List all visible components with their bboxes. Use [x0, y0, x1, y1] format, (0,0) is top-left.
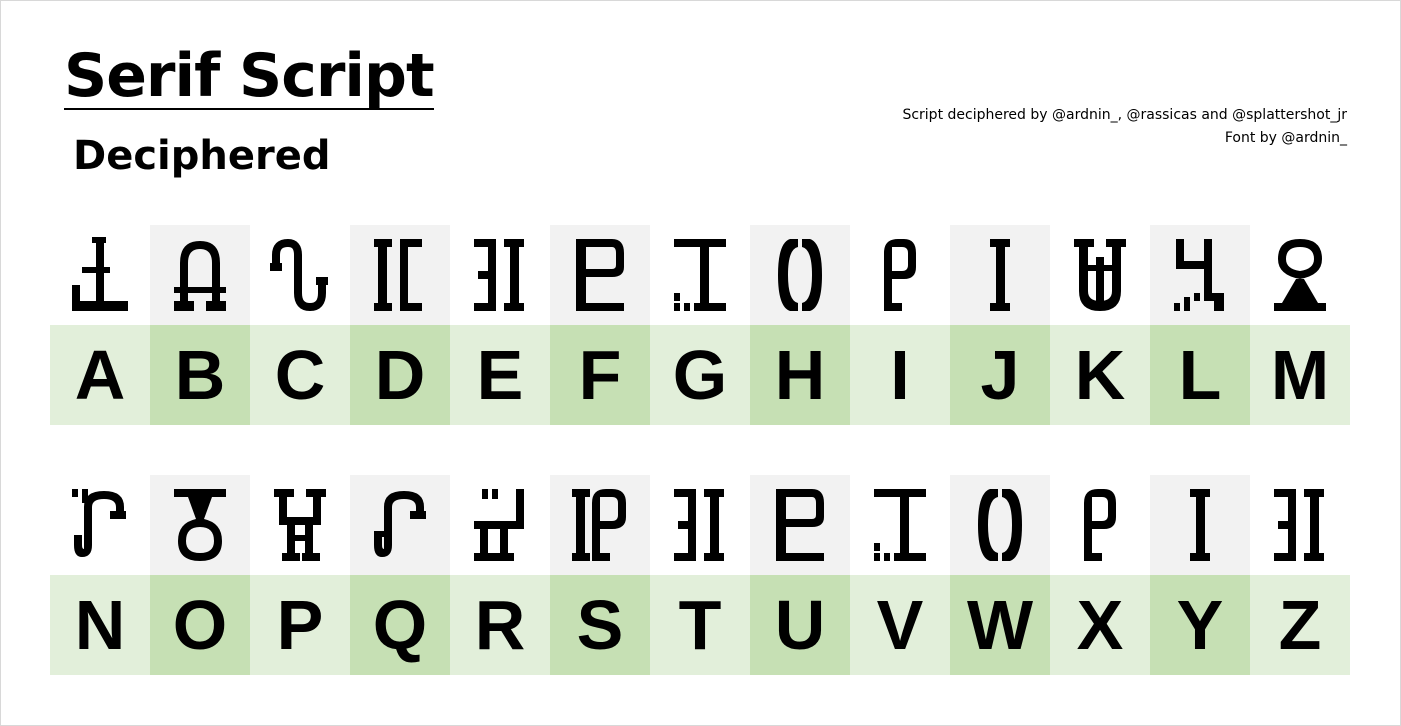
letter-cell: O [150, 575, 250, 675]
letter-cell: U [750, 575, 850, 675]
letter-cell: P [250, 575, 350, 675]
glyph-y [1150, 475, 1250, 575]
letter-cell: X [1050, 575, 1150, 675]
letter-cell: Z [1250, 575, 1350, 675]
glyph-k [1050, 225, 1150, 325]
letter-row-n-z: N O P Q R S T U V W X Y Z [50, 575, 1350, 675]
letter-cell: E [450, 325, 550, 425]
letter-cell: A [50, 325, 150, 425]
glyph-h [750, 225, 850, 325]
glyph-g [650, 225, 750, 325]
glyph-q [350, 475, 450, 575]
glyph-z [1250, 475, 1350, 575]
credits: Script deciphered by @ardnin_, @rassicas… [902, 104, 1347, 150]
letter-row-a-m: A B C D E F G H I J K L M [50, 325, 1350, 425]
glyph-c [250, 225, 350, 325]
credit-font: Font by @ardnin_ [1224, 130, 1347, 146]
glyph-j [950, 225, 1050, 325]
glyph-a [50, 225, 150, 325]
letter-cell: I [850, 325, 950, 425]
glyph-b [150, 225, 250, 325]
letter-cell: M [1250, 325, 1350, 425]
letter-cell: Y [1150, 575, 1250, 675]
letter-cell: N [50, 575, 150, 675]
glyph-w [950, 475, 1050, 575]
glyph-i [850, 225, 950, 325]
glyph-o [150, 475, 250, 575]
letter-cell: T [650, 575, 750, 675]
glyph-s [550, 475, 650, 575]
glyph-v [850, 475, 950, 575]
glyph-d [350, 225, 450, 325]
letter-cell: B [150, 325, 250, 425]
letter-cell: G [650, 325, 750, 425]
letter-cell: Q [350, 575, 450, 675]
letter-cell: F [550, 325, 650, 425]
letter-cell: W [950, 575, 1050, 675]
letter-cell: K [1050, 325, 1150, 425]
glyph-x [1050, 475, 1150, 575]
letter-cell: R [450, 575, 550, 675]
glyph-e [450, 225, 550, 325]
letter-cell: L [1150, 325, 1250, 425]
letter-cell: D [350, 325, 450, 425]
letter-cell: H [750, 325, 850, 425]
glyph-l [1150, 225, 1250, 325]
glyph-row-a-m [50, 225, 1350, 325]
page-subtitle: Deciphered [73, 133, 331, 179]
glyph-t [650, 475, 750, 575]
glyph-p [250, 475, 350, 575]
credit-decipherers: Script deciphered by @ardnin_, @rassicas… [902, 107, 1347, 123]
letter-cell: C [250, 325, 350, 425]
glyph-row-n-z [50, 475, 1350, 575]
glyph-f [550, 225, 650, 325]
letter-cell: S [550, 575, 650, 675]
glyph-r [450, 475, 550, 575]
glyph-u [750, 475, 850, 575]
page-title: Serif Script [64, 41, 435, 111]
letter-cell: J [950, 325, 1050, 425]
glyph-m [1250, 225, 1350, 325]
glyph-n [50, 475, 150, 575]
letter-cell: V [850, 575, 950, 675]
